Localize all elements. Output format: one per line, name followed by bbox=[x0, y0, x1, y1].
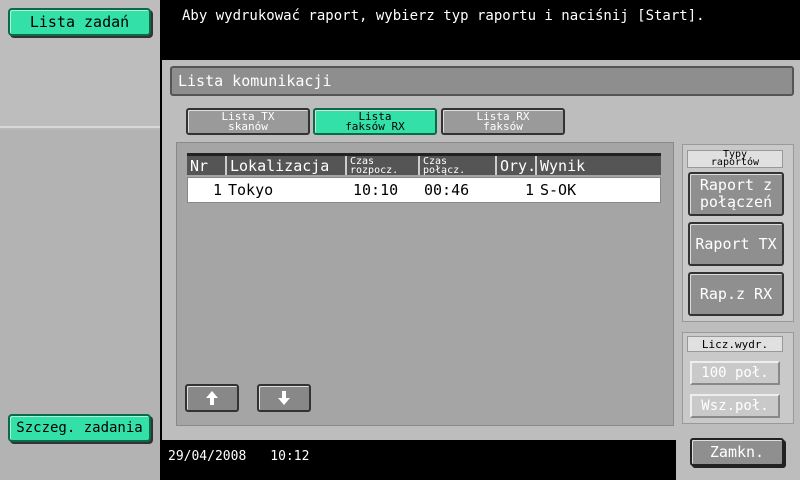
cell-nr: 1 bbox=[212, 181, 222, 199]
column-header-connection-time: Czas połącz. bbox=[420, 156, 497, 175]
scroll-down-button[interactable] bbox=[257, 384, 311, 412]
job-details-button[interactable]: Szczeg. zadania bbox=[8, 414, 151, 442]
button-line1: Raport z bbox=[699, 176, 773, 194]
scroll-up-button[interactable] bbox=[185, 384, 239, 412]
column-header-start-time: Czas rozpocz. bbox=[347, 156, 420, 175]
column-header-nr: Nr bbox=[187, 156, 227, 175]
cell-location: Tokyo bbox=[228, 181, 274, 199]
copies-label: Licz.wydr. bbox=[687, 336, 783, 352]
instruction-message: Aby wydrukować raport, wybierz typ rapor… bbox=[182, 8, 705, 24]
datetime-display: 29/04/2008 10:12 bbox=[168, 449, 333, 464]
tab-label-line2: skanów bbox=[228, 119, 268, 133]
sidebar bbox=[0, 0, 160, 480]
label-line2: raportów bbox=[710, 157, 760, 168]
tab-rx-fax-list[interactable]: Lista faksów RX bbox=[313, 108, 437, 135]
tab-tx-scan-list[interactable]: Lista TX skanów bbox=[186, 108, 310, 135]
cell-start-time: 10:10 bbox=[353, 181, 399, 199]
job-list-button[interactable]: Lista zadań bbox=[8, 8, 151, 36]
column-header-result: Wynik bbox=[540, 156, 586, 175]
connection-report-button[interactable]: Raport z połączeń bbox=[688, 172, 784, 216]
column-header-originals: Ory. bbox=[497, 156, 537, 175]
date-text: 29/04/2008 bbox=[168, 449, 247, 464]
panel-title: Lista komunikacji bbox=[170, 66, 794, 96]
time-text: 10:12 bbox=[270, 449, 310, 464]
tab-label-line2: faksów bbox=[483, 119, 523, 133]
copies-100-option[interactable]: 100 poł. bbox=[690, 361, 780, 385]
arrow-up-icon bbox=[206, 391, 218, 405]
cell-connection-time: 00:46 bbox=[424, 181, 470, 199]
tab-rx-faxes[interactable]: Lista RX faksów bbox=[441, 108, 565, 135]
tx-report-button[interactable]: Raport TX bbox=[688, 222, 784, 266]
column-header-location: Lokalizacja bbox=[227, 156, 347, 175]
rx-report-button[interactable]: Rap.z RX bbox=[688, 272, 784, 316]
report-types-label: Typy raportów bbox=[687, 150, 783, 168]
header-line2: połącz. bbox=[423, 164, 466, 176]
button-line2: połączeń bbox=[699, 193, 773, 211]
table-header: Nr Lokalizacja Czas rozpocz. Czas połącz… bbox=[187, 153, 661, 175]
copies-all-option[interactable]: Wsz.poł. bbox=[690, 394, 780, 418]
arrow-down-icon bbox=[278, 391, 290, 405]
close-button[interactable]: Zamkn. bbox=[690, 438, 784, 466]
cell-result: S-OK bbox=[540, 181, 577, 199]
table-row[interactable]: 1 Tokyo 10:10 00:46 1 S-OK bbox=[187, 177, 661, 203]
tab-label-line2: faksów RX bbox=[345, 119, 405, 133]
cell-originals: 1 bbox=[524, 181, 534, 199]
header-line2: rozpocz. bbox=[350, 164, 399, 176]
